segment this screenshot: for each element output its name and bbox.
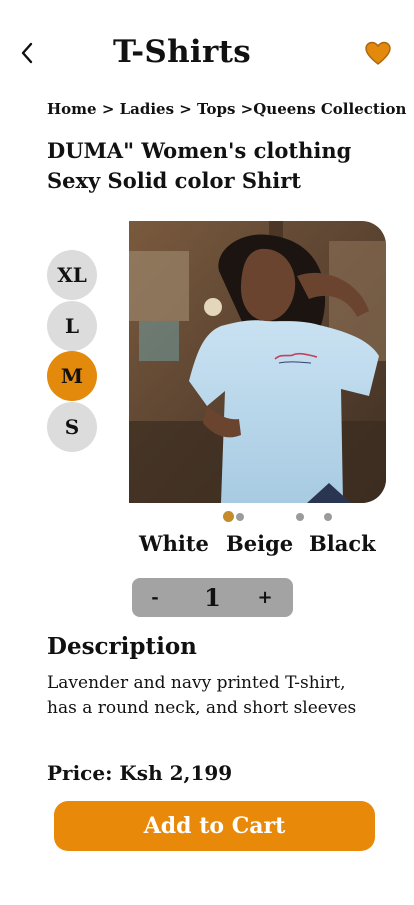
size-option-xl[interactable]: XL xyxy=(47,250,97,300)
color-option-black[interactable]: Black xyxy=(309,531,376,556)
description-text: Lavender and navy printed T-shirt, has a… xyxy=(47,673,357,718)
product-name: DUMA" Women's clothing Sexy Solid color … xyxy=(47,138,352,193)
breadcrumb[interactable]: Home > Ladies > Tops >Queens Collection xyxy=(47,100,406,118)
heart-icon xyxy=(365,41,391,65)
size-label: S xyxy=(64,415,80,439)
size-label: M xyxy=(60,364,84,388)
size-option-s[interactable]: S xyxy=(47,402,97,452)
carousel-dot[interactable] xyxy=(223,511,234,522)
carousel-dot[interactable] xyxy=(236,513,244,521)
size-label: L xyxy=(64,314,80,338)
quantity-stepper: - 1 + xyxy=(132,578,293,617)
size-label: XL xyxy=(57,263,87,287)
color-option-beige[interactable]: Beige xyxy=(226,531,293,556)
page-title: T-Shirts xyxy=(112,34,251,70)
price-label: Price: Ksh 2,199 xyxy=(47,761,233,785)
increment-button[interactable]: + xyxy=(245,578,285,617)
carousel-dot[interactable] xyxy=(324,513,332,521)
size-option-l[interactable]: L xyxy=(47,301,97,351)
quantity-value: 1 xyxy=(204,583,221,612)
size-option-m[interactable]: M xyxy=(47,351,97,401)
product-image[interactable] xyxy=(129,221,386,503)
carousel-dot[interactable] xyxy=(296,513,304,521)
decrement-button[interactable]: - xyxy=(135,578,175,617)
favorite-button[interactable] xyxy=(364,40,392,66)
color-option-white[interactable]: White xyxy=(139,531,209,556)
add-to-cart-button[interactable]: Add to Cart xyxy=(54,801,375,851)
description-heading: Description xyxy=(47,633,197,660)
